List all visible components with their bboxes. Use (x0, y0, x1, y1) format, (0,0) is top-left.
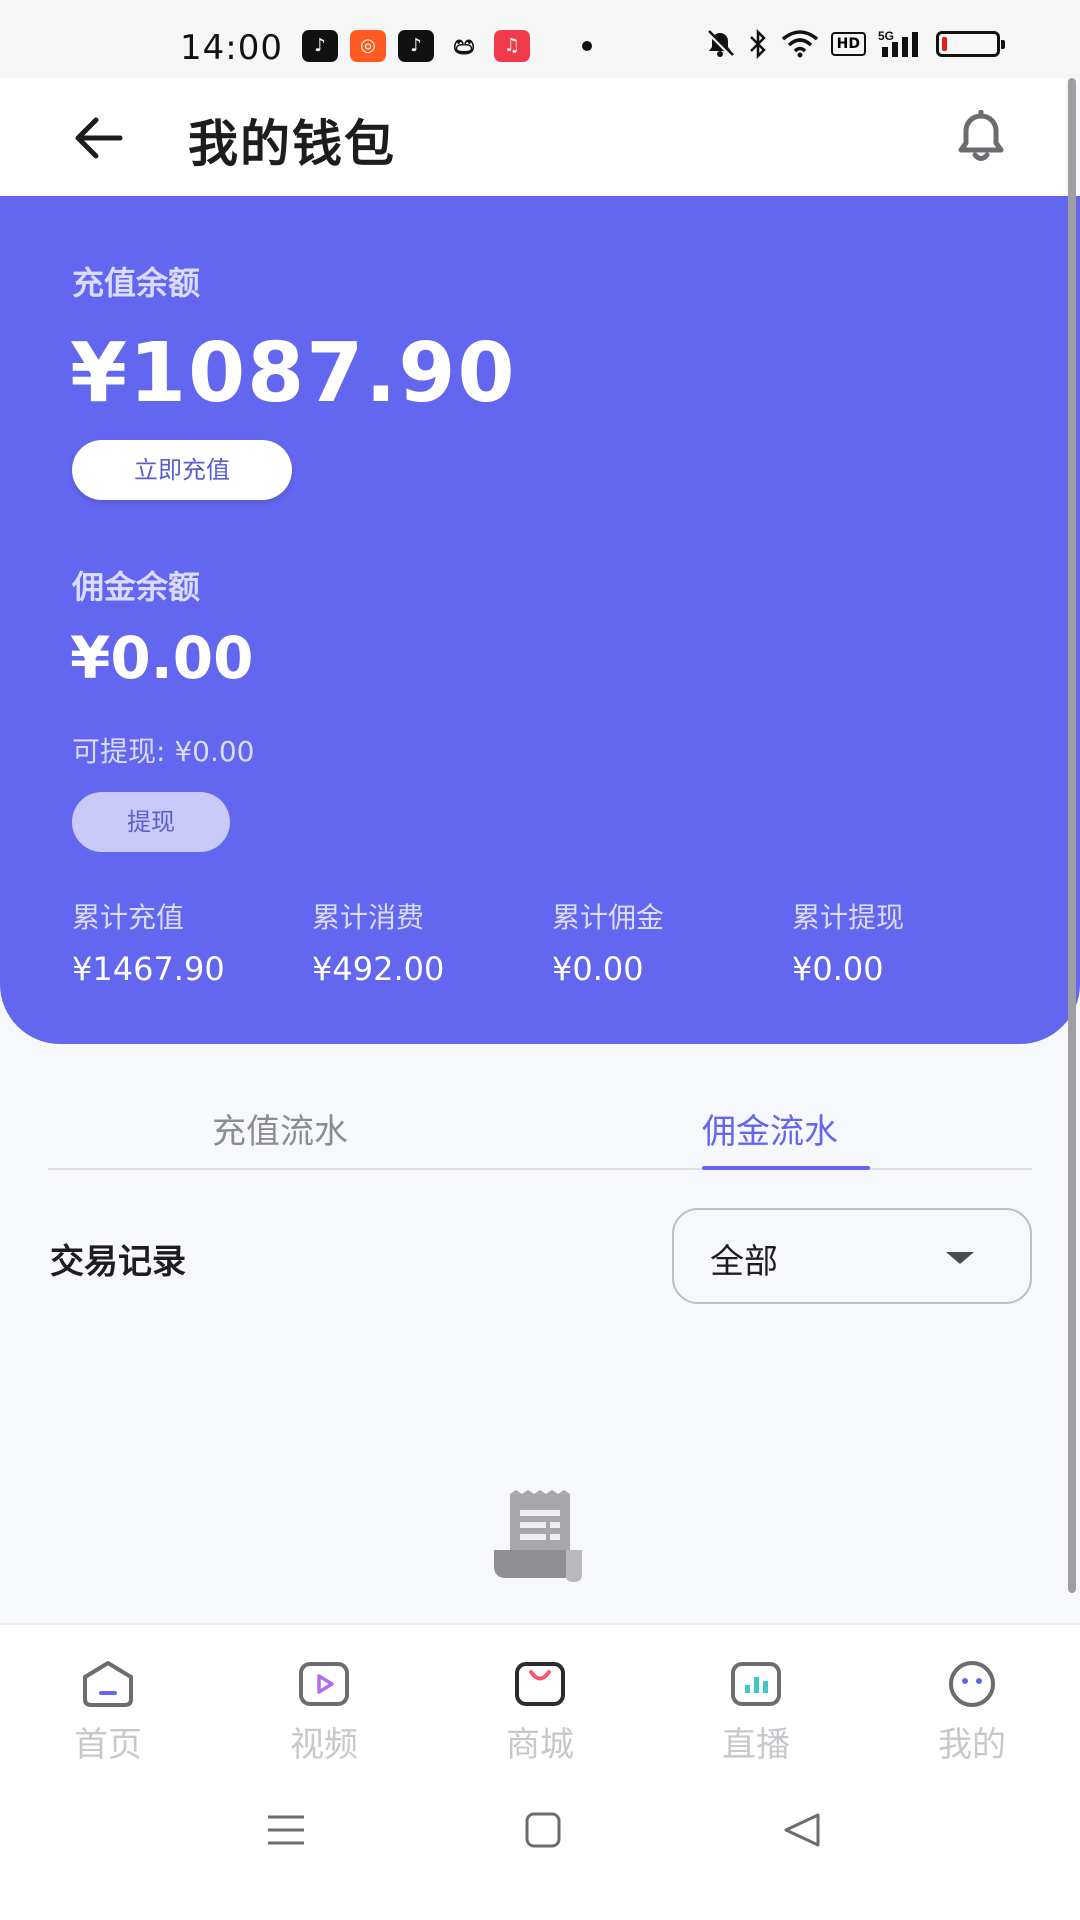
wallet-stats: 累计充值 ¥1467.90 累计消费 ¥492.00 累计佣金 ¥0.00 累计… (72, 896, 1032, 988)
menu-icon[interactable] (266, 1813, 306, 1847)
recharge-now-button[interactable]: 立即充值 (72, 440, 292, 500)
tab-recharge-flow[interactable]: 充值流水 (212, 1104, 348, 1153)
active-tab-indicator (702, 1166, 870, 1170)
bottom-nav: 首页 视频 商城 直播 我的 (0, 1623, 1080, 1766)
battery-level (942, 37, 948, 51)
back-arrow-icon[interactable] (70, 114, 126, 162)
mall-icon (515, 1662, 565, 1706)
stat-label: 累计提现 (792, 901, 905, 934)
back-triangle-icon[interactable] (782, 1811, 822, 1849)
transaction-records-title: 交易记录 (50, 1242, 186, 1282)
nav-item-mine[interactable]: 我的 (912, 1659, 1032, 1766)
withdraw-button[interactable]: 提现 (72, 792, 230, 852)
battery-icon (936, 31, 1005, 57)
svg-text:5G: 5G (878, 29, 894, 43)
withdrawable-amount: 可提现: ¥0.00 (72, 735, 255, 768)
stat-total-recharge: 累计充值 ¥1467.90 (72, 896, 312, 988)
stat-label: 累计充值 (72, 901, 185, 934)
nav-item-mall[interactable]: 商城 (480, 1659, 600, 1766)
notification-icons: ♪ ◎ ♪ ඏ ♫ (302, 30, 592, 62)
page-title: 我的钱包 (188, 115, 396, 173)
stat-total-withdrawn: 累计提现 ¥0.00 (792, 896, 1032, 988)
filter-selected-value: 全部 (710, 1242, 778, 1282)
live-icon (731, 1662, 781, 1706)
stat-label: 累计佣金 (552, 901, 665, 934)
status-bar: 14:00 ♪ ◎ ♪ ඏ ♫ HD 5G (0, 0, 1080, 78)
nav-label: 直播 (722, 1725, 790, 1765)
app-header: 我的钱包 (0, 78, 1066, 196)
chevron-down-icon (946, 1252, 974, 1264)
recharge-balance-label: 充值余额 (72, 264, 201, 302)
mute-bell-icon (706, 30, 734, 58)
video-icon (299, 1662, 349, 1706)
more-notifications-dot (582, 41, 592, 51)
nav-label: 商城 (506, 1725, 574, 1765)
flow-tabs: 充值流水 佣金流水 (48, 1088, 1032, 1170)
hd-icon: HD (830, 32, 866, 56)
profile-icon (949, 1661, 995, 1707)
nav-item-live[interactable]: 直播 (696, 1659, 816, 1766)
stat-total-commission: 累计佣金 ¥0.00 (552, 896, 792, 988)
wechat-icon: ඏ (453, 31, 475, 61)
stat-value: ¥0.00 (792, 950, 884, 988)
system-status-icons: HD 5G (705, 29, 1005, 59)
douyin-icon: ♪ (302, 30, 338, 62)
stat-value: ¥492.00 (312, 950, 445, 988)
nav-label: 视频 (290, 1725, 358, 1765)
commission-balance-label: 佣金余额 (72, 568, 201, 606)
stat-label: 累计消费 (312, 901, 425, 934)
music-icon: ♫ (494, 30, 530, 62)
stat-value: ¥1467.90 (72, 950, 225, 988)
wallet-page: 14:00 ♪ ◎ ♪ ඏ ♫ HD 5G 我的钱包 充值余额 ¥1087.90… (0, 0, 1080, 1920)
wifi-icon (781, 30, 818, 58)
receipt-icon (494, 1490, 582, 1582)
signal-5g-icon: 5G (878, 29, 918, 57)
nav-label: 首页 (74, 1725, 142, 1765)
status-time: 14:00 (180, 28, 283, 68)
douyin-icon: ♪ (398, 30, 434, 62)
home-square-icon[interactable] (524, 1811, 562, 1849)
nav-label: 我的 (938, 1725, 1006, 1765)
stat-total-spent: 累计消费 ¥492.00 (312, 896, 552, 988)
bluetooth-icon (749, 29, 766, 59)
kuaishou-icon: ◎ (350, 30, 386, 62)
commission-balance-amount: ¥0.00 (70, 624, 254, 692)
system-nav-bar (0, 1763, 1080, 1920)
tab-commission-flow[interactable]: 佣金流水 (702, 1104, 838, 1153)
home-icon (83, 1661, 133, 1707)
stat-value: ¥0.00 (552, 950, 644, 988)
record-filter-select[interactable]: 全部 (672, 1208, 1032, 1304)
recharge-balance-amount: ¥1087.90 (70, 326, 517, 421)
nav-item-home[interactable]: 首页 (48, 1659, 168, 1766)
nav-item-video[interactable]: 视频 (264, 1659, 384, 1766)
wallet-card: 充值余额 ¥1087.90 立即充值 佣金余额 ¥0.00 可提现: ¥0.00… (0, 196, 1080, 1044)
scrollbar[interactable] (1068, 78, 1076, 1593)
bell-icon[interactable] (955, 110, 1007, 164)
